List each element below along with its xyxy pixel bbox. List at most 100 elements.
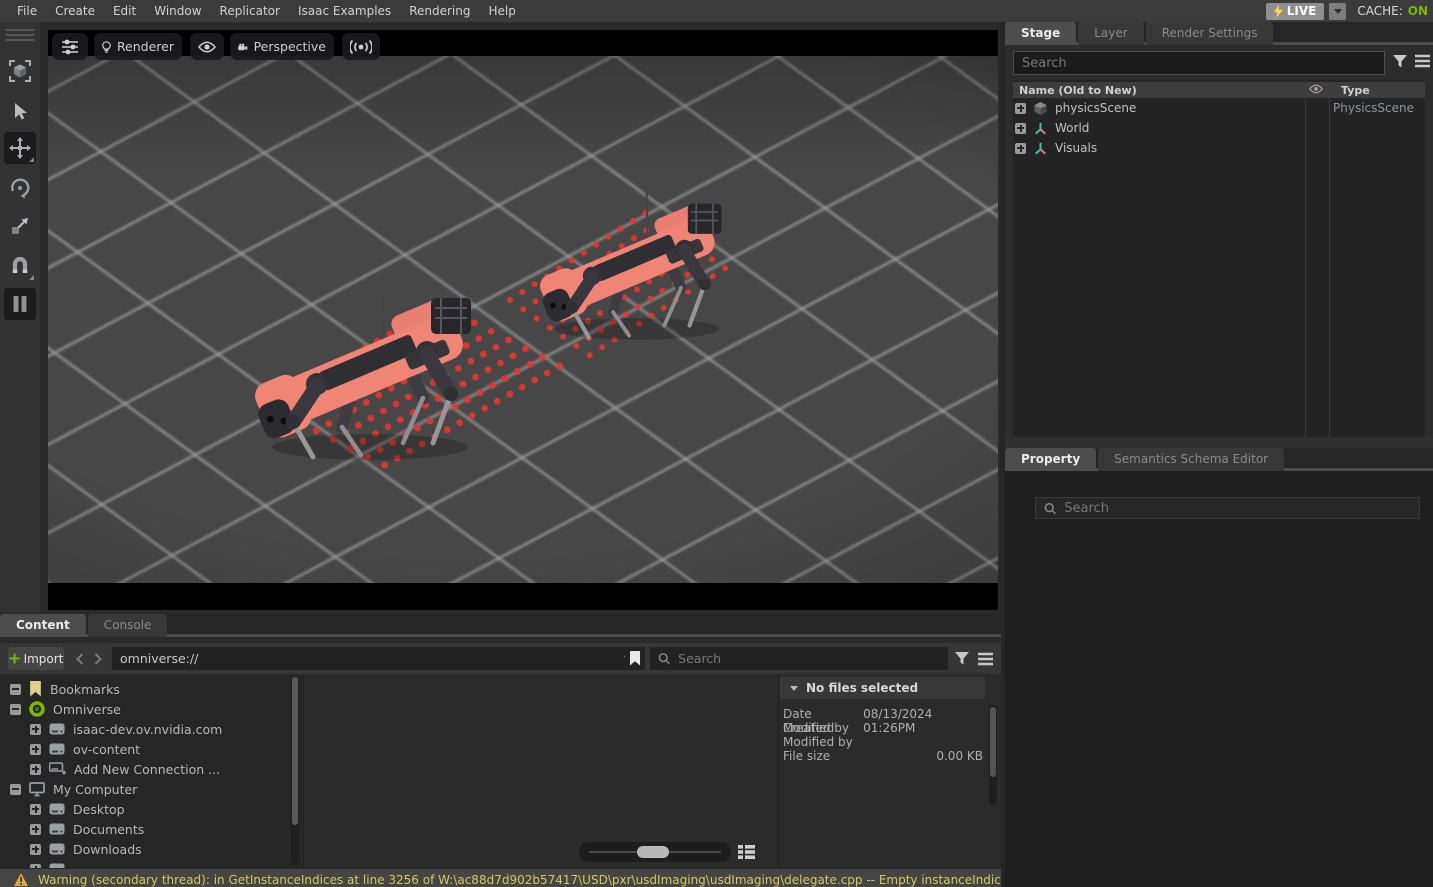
tree-scrollbar[interactable]	[291, 677, 299, 865]
expand-plus-icon[interactable]	[1015, 123, 1026, 134]
select-tool-button[interactable]	[4, 95, 36, 127]
collapse-minus-icon[interactable]	[10, 784, 21, 795]
tab-layer[interactable]: Layer	[1078, 22, 1143, 45]
prim-label: World	[1055, 121, 1089, 135]
scale-tool-button[interactable]	[4, 210, 36, 242]
snap-tool-button[interactable]	[4, 250, 36, 282]
hamburger-icon	[977, 652, 994, 666]
menu-rendering[interactable]: Rendering	[400, 0, 479, 22]
details-scrollbar[interactable]	[989, 705, 997, 805]
files-grid-area[interactable]	[303, 675, 777, 868]
forward-button[interactable]	[90, 647, 106, 670]
expand-plus-icon[interactable]	[30, 804, 41, 815]
collapse-minus-icon[interactable]	[10, 704, 21, 715]
collapse-minus-icon[interactable]	[10, 684, 21, 695]
stage-row-visuals[interactable]: Visuals	[1005, 138, 1291, 158]
column-name: Name (Old to New)	[1013, 84, 1137, 97]
tab-render-settings[interactable]: Render Settings	[1146, 22, 1274, 45]
property-tabstrip: Property Semantics Schema Editor	[1005, 448, 1433, 471]
prim-label: physicsScene	[1055, 101, 1136, 115]
tab-console[interactable]: Console	[88, 614, 168, 637]
cache-label: CACHE:	[1357, 4, 1402, 18]
path-breadcrumb[interactable]: omniverse://	[112, 647, 644, 670]
renderer-menu-button[interactable]: Renderer	[94, 33, 182, 60]
import-button[interactable]: Import	[8, 647, 64, 670]
expand-plus-icon[interactable]	[30, 744, 41, 755]
chevron-left-icon	[76, 653, 84, 665]
menu-file[interactable]: File	[8, 0, 46, 22]
stage-column-header[interactable]: Name (Old to New) Type	[1013, 82, 1425, 98]
pause-button[interactable]	[4, 288, 36, 320]
tree-label: isaac-dev.ov.nvidia.com	[73, 722, 222, 737]
slider-thumb[interactable]	[637, 846, 669, 858]
expand-plus-icon[interactable]	[30, 844, 41, 855]
content-options-button[interactable]	[974, 647, 996, 670]
details-header[interactable]: No files selected	[780, 677, 985, 699]
menu-isaac-examples[interactable]: Isaac Examples	[289, 0, 400, 22]
tree-item-downloads[interactable]: Downloads	[30, 839, 142, 859]
expand-plus-icon[interactable]	[30, 724, 41, 735]
render-settings-button[interactable]	[52, 33, 88, 60]
live-button[interactable]: LIVE	[1266, 3, 1325, 20]
status-bar: Warning (secondary thread): in GetInstan…	[0, 868, 1001, 887]
back-button[interactable]	[72, 647, 88, 670]
tree-item-omniverse[interactable]: Omniverse	[10, 699, 121, 719]
menubar-right: LIVE CACHE: ON	[1266, 0, 1431, 22]
tree-item-clipped[interactable]	[30, 859, 65, 868]
live-dropdown-button[interactable]	[1329, 3, 1346, 20]
expand-plus-icon[interactable]	[30, 764, 41, 775]
menu-help[interactable]: Help	[479, 0, 524, 22]
rotate-tool-button[interactable]	[4, 172, 36, 204]
tree-item-bookmarks[interactable]: Bookmarks	[10, 679, 120, 699]
tree-label: Add New Connection ...	[74, 762, 220, 777]
chevron-down-icon	[1334, 9, 1342, 14]
tab-content[interactable]: Content	[0, 614, 86, 637]
tree-item-desktop[interactable]: Desktop	[30, 799, 125, 819]
menu-create[interactable]: Create	[46, 0, 104, 22]
move-tool-button[interactable]	[4, 132, 36, 164]
menu-replicator[interactable]: Replicator	[211, 0, 289, 22]
tree-label: Documents	[73, 822, 144, 837]
drive-icon	[49, 743, 65, 755]
detail-row-created-by: Created by	[783, 721, 983, 735]
column-divider[interactable]	[1305, 82, 1306, 437]
stage-row-world[interactable]: World	[1005, 118, 1291, 138]
column-divider[interactable]	[1329, 82, 1330, 437]
panel-splitter-horizontal[interactable]	[1005, 437, 1433, 448]
camera-menu-button[interactable]: Perspective	[230, 33, 334, 60]
eye-icon	[198, 41, 216, 53]
viewport-canvas[interactable]	[48, 56, 998, 583]
content-filter-button[interactable]	[951, 647, 973, 670]
tree-item-isaac-dev[interactable]: isaac-dev.ov.nvidia.com	[30, 719, 222, 739]
toolbar-drag-handle[interactable]	[5, 29, 35, 44]
bookmark-icon	[29, 681, 42, 697]
stage-search-input[interactable]	[1013, 51, 1385, 75]
expand-plus-icon[interactable]	[30, 824, 41, 835]
tree-item-ov-content[interactable]: ov-content	[30, 739, 140, 759]
bookmark-button[interactable]	[625, 647, 645, 670]
stage-row-physicsScene[interactable]: physicsScene	[1005, 98, 1291, 118]
tree-item-documents[interactable]: Documents	[30, 819, 144, 839]
menu-edit[interactable]: Edit	[104, 0, 145, 22]
content-search-input[interactable]	[676, 650, 940, 667]
expand-plus-icon[interactable]	[1015, 143, 1026, 154]
tab-property[interactable]: Property	[1005, 448, 1096, 471]
path-value: omniverse://	[120, 651, 198, 666]
stage-options-button[interactable]	[1414, 54, 1431, 71]
property-search-input[interactable]	[1064, 498, 1411, 518]
tree-item-add-new-connection[interactable]: Add New Connection ...	[30, 759, 220, 779]
sensor-signal-button[interactable]	[342, 33, 380, 60]
visibility-button[interactable]	[190, 33, 224, 60]
thumbnail-size-slider[interactable]	[579, 842, 731, 862]
view-mode-button[interactable]	[735, 841, 757, 863]
tab-stage[interactable]: Stage	[1005, 22, 1076, 45]
tab-semantics-schema-editor[interactable]: Semantics Schema Editor	[1098, 448, 1284, 471]
selection-mode-button[interactable]	[4, 55, 36, 87]
tree-item-my-computer[interactable]: My Computer	[10, 779, 137, 799]
file-details-pane: No files selected Date Modified 08/13/20…	[778, 675, 1001, 868]
menu-window[interactable]: Window	[145, 0, 210, 22]
expand-plus-icon[interactable]	[1015, 103, 1026, 114]
status-warning-text[interactable]: Warning (secondary thread): in GetInstan…	[38, 873, 1001, 887]
stage-filter-button[interactable]	[1392, 54, 1408, 72]
viewport: Renderer Perspective	[48, 30, 998, 610]
